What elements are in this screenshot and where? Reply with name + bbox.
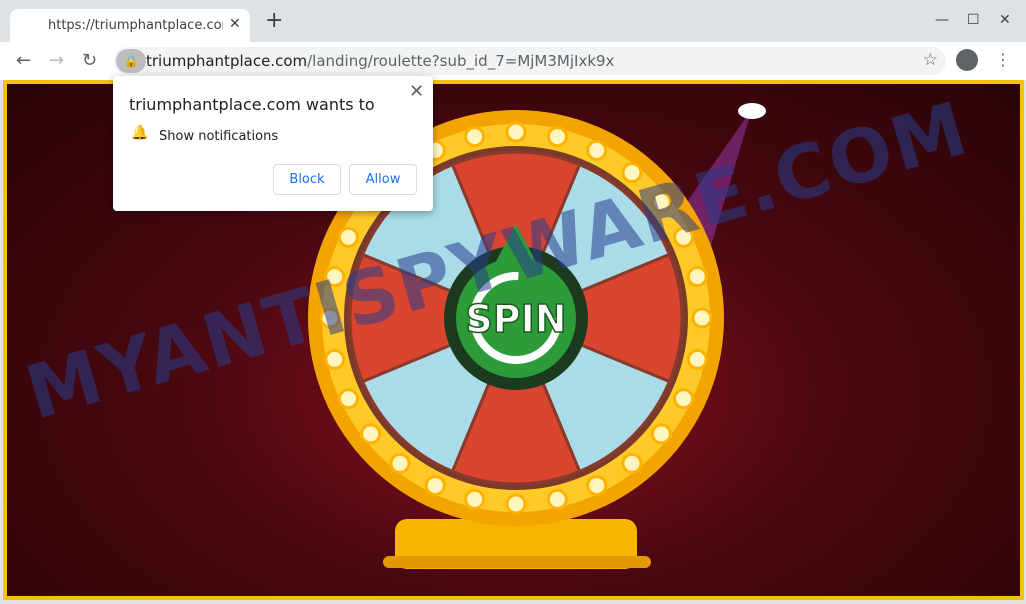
wheel-light xyxy=(546,488,568,510)
lock-icon[interactable]: 🔒 xyxy=(116,49,146,73)
close-icon[interactable]: ✕ xyxy=(409,81,424,102)
url-text: triumphantplace.com/landing/roulette?sub… xyxy=(146,52,614,70)
permission-text: Show notifications xyxy=(159,129,279,144)
new-tab-icon[interactable]: + xyxy=(265,10,283,32)
block-button[interactable]: Block xyxy=(273,164,341,195)
wheel-light xyxy=(546,126,568,148)
profile-icon[interactable] xyxy=(956,49,978,71)
minimize-icon[interactable]: — xyxy=(935,12,949,28)
tab-bar: https://triumphantplace.com ✕ + — ☐ ✕ xyxy=(0,0,1026,42)
wheel-light xyxy=(360,423,382,445)
bookmark-star-icon[interactable]: ☆ xyxy=(923,50,938,70)
wheel-light xyxy=(586,139,608,161)
wheel-light xyxy=(650,423,672,445)
popup-title: triumphantplace.com wants to xyxy=(129,95,375,114)
back-icon[interactable]: ← xyxy=(16,50,31,71)
tab-title: https://triumphantplace.com xyxy=(48,18,223,33)
reload-icon[interactable]: ↻ xyxy=(82,50,97,71)
wheel-light xyxy=(686,348,708,370)
forward-icon[interactable]: → xyxy=(49,50,64,71)
notification-permission-popup: triumphantplace.com wants to ✕ 🔔 Show no… xyxy=(113,76,433,211)
menu-icon[interactable]: ⋮ xyxy=(995,50,1011,69)
wheel-light xyxy=(505,493,527,515)
url-path: /landing/roulette?sub_id_7=MjM3MjIxk9x xyxy=(307,52,615,70)
wheel-light xyxy=(337,388,359,410)
address-bar[interactable]: 🔒 triumphantplace.com/landing/roulette?s… xyxy=(114,47,946,75)
wheel-light xyxy=(691,307,713,329)
wheel-light xyxy=(505,121,527,143)
maximize-icon[interactable]: ☐ xyxy=(967,12,980,28)
close-tab-icon[interactable]: ✕ xyxy=(229,16,241,32)
wheel-light xyxy=(673,388,695,410)
url-host: triumphantplace.com xyxy=(146,52,308,70)
bell-icon: 🔔 xyxy=(131,125,149,141)
spotlight-icon xyxy=(738,103,766,119)
close-window-icon[interactable]: ✕ xyxy=(999,12,1011,28)
tab[interactable]: https://triumphantplace.com ✕ xyxy=(10,9,250,42)
wheel-light xyxy=(686,266,708,288)
allow-button[interactable]: Allow xyxy=(349,164,417,195)
wheel-light xyxy=(586,475,608,497)
wheel-stand-base xyxy=(383,556,651,568)
wheel-light xyxy=(621,452,643,474)
wheel-light xyxy=(424,475,446,497)
wheel-light xyxy=(389,452,411,474)
wheel-light xyxy=(464,126,486,148)
wheel-light xyxy=(464,488,486,510)
toolbar: ← → ↻ 🔒 triumphantplace.com/landing/roul… xyxy=(0,42,1026,80)
wheel-light xyxy=(337,226,359,248)
